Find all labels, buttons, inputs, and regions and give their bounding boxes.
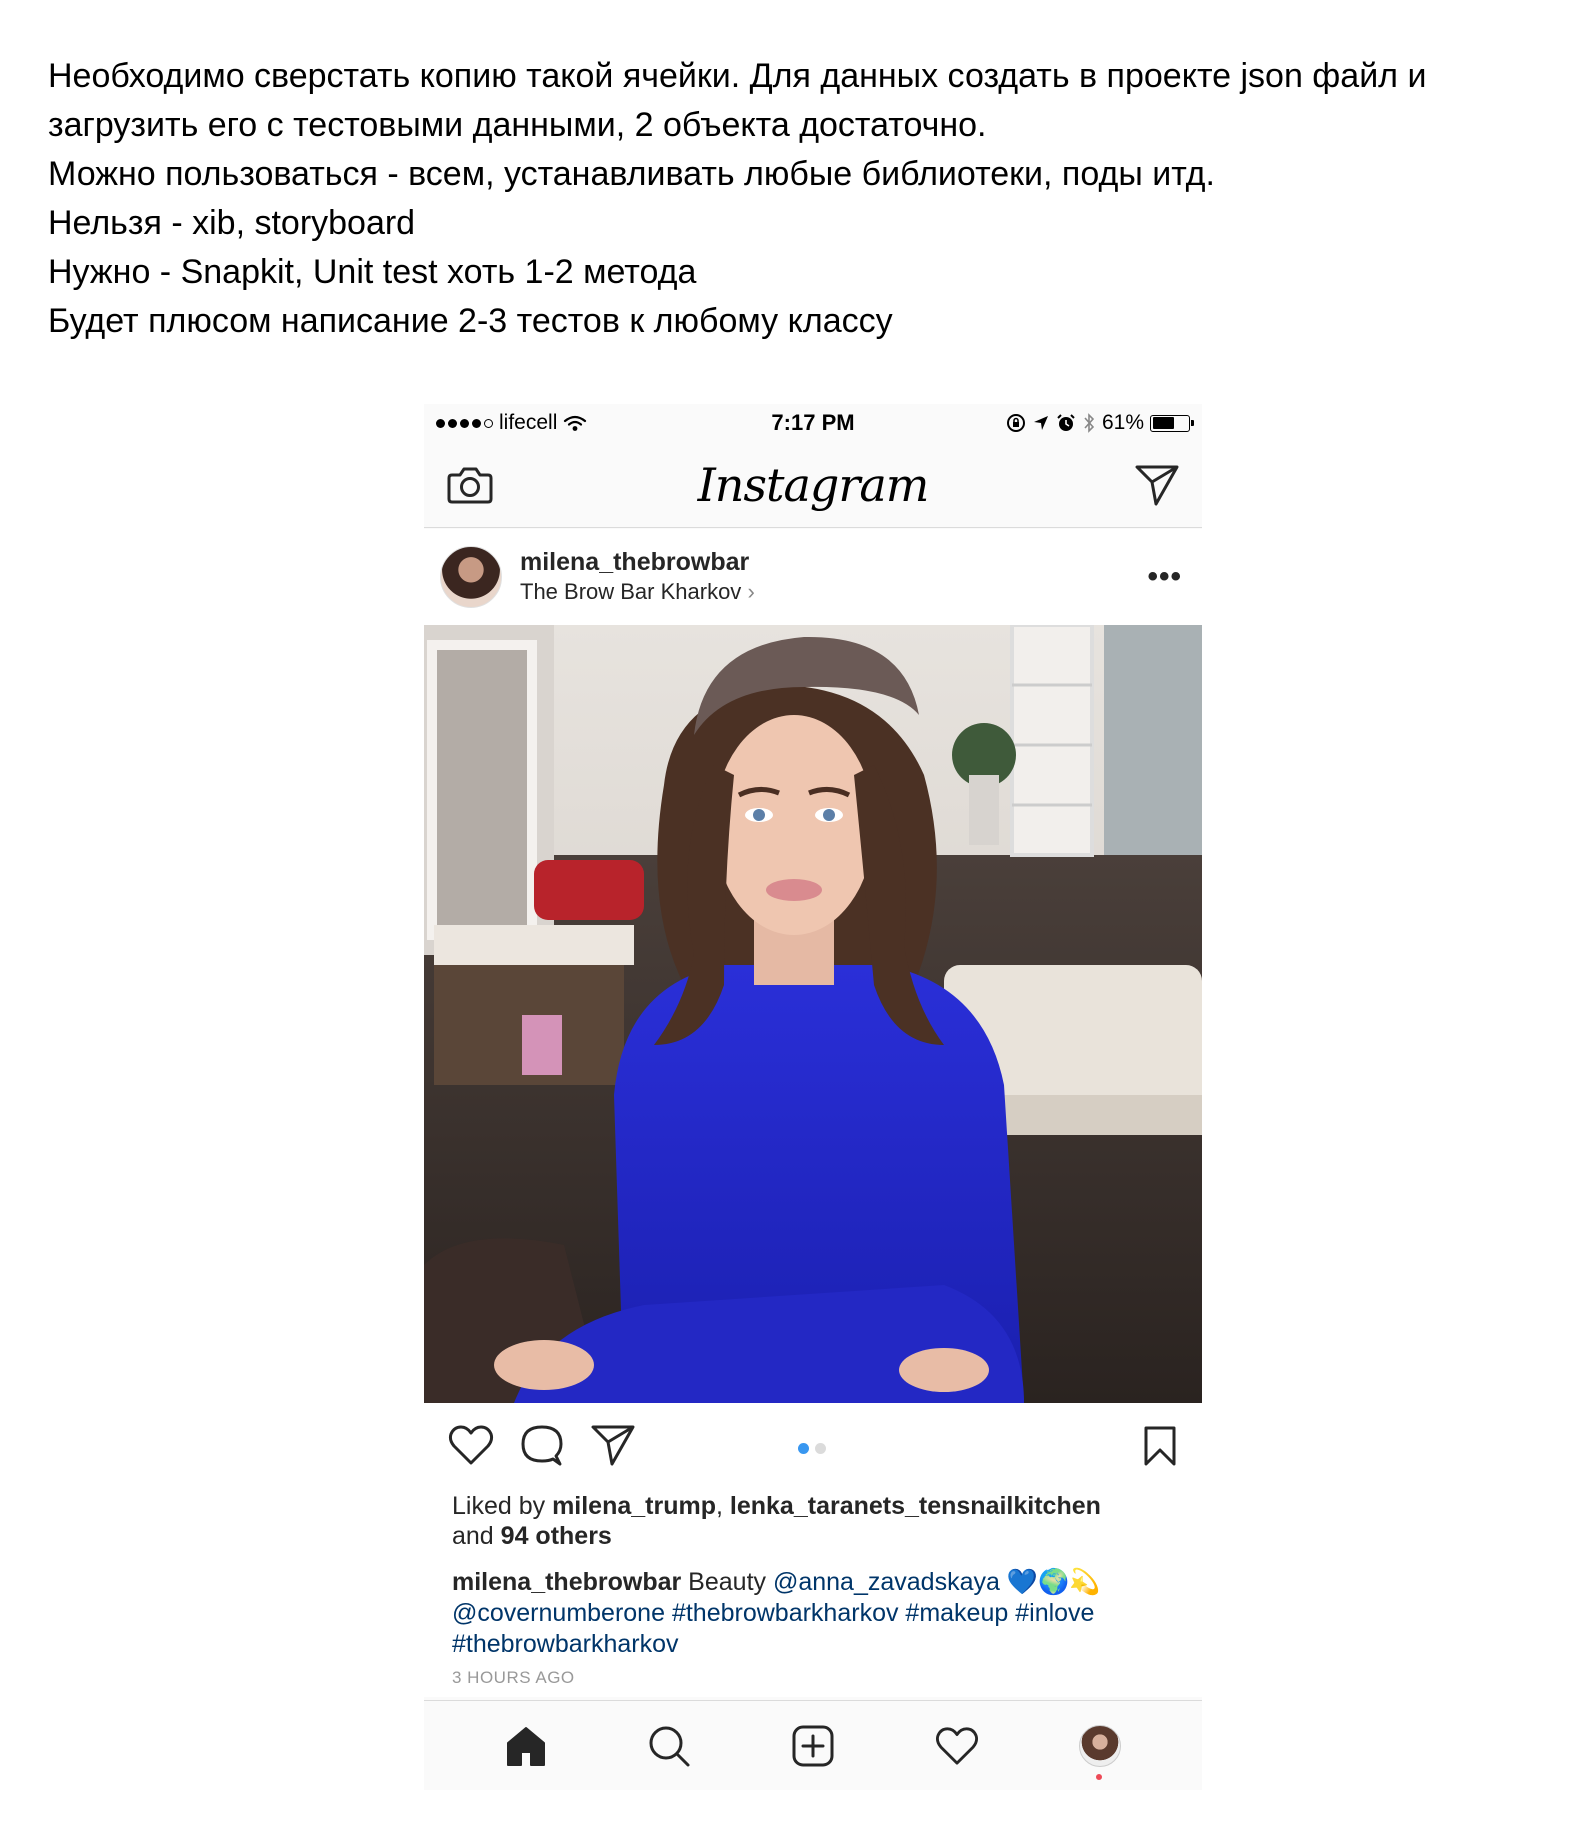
phone-screenshot: lifecell 7:17 PM 61% Instagram milena_th…: [424, 404, 1202, 1790]
caption-author[interactable]: milena_thebrowbar: [452, 1568, 681, 1596]
post-photo[interactable]: [424, 625, 1202, 1403]
caption-text: Beauty: [681, 1568, 773, 1596]
rotation-lock-icon: [1006, 414, 1025, 432]
task-description: Необходимо сверстать копию такой ячейки.…: [48, 52, 1548, 346]
more-options-icon[interactable]: •••: [1147, 560, 1182, 594]
task-line: загрузить его с тестовыми данными, 2 объ…: [48, 106, 987, 144]
carrier-name: lifecell: [499, 411, 558, 434]
instagram-logo: Instagram: [697, 457, 930, 512]
search-icon: [649, 1726, 690, 1766]
signal-strength-icon: [436, 418, 493, 428]
bluetooth-icon: [1084, 413, 1095, 433]
notification-dot: [1096, 1773, 1103, 1780]
post-timestamp: 3 HOURS AGO: [452, 1668, 575, 1687]
post-caption: milena_thebrowbar Beauty @anna_zavadskay…: [452, 1567, 1174, 1660]
caption-hashtag[interactable]: #thebrowbarkharkov: [452, 1630, 679, 1658]
activity-icon: [935, 1726, 978, 1765]
share-send-icon[interactable]: [590, 1423, 636, 1467]
post-actions-bar: [424, 1403, 1202, 1487]
post-header: milena_thebrowbar The Brow Bar Kharkov ›…: [424, 529, 1202, 625]
top-navigation-bar: Instagram: [424, 442, 1202, 528]
location-label: The Brow Bar Kharkov: [520, 579, 742, 604]
caption-hashtag[interactable]: #inlove: [1015, 1599, 1094, 1627]
likes-summary[interactable]: Liked by milena_trump, lenka_taranets_te…: [452, 1491, 1174, 1551]
caption-hashtag[interactable]: #makeup: [905, 1599, 1008, 1627]
liker-username[interactable]: milena_trump: [552, 1492, 716, 1520]
profile-avatar: [1079, 1724, 1122, 1767]
battery-icon: [1150, 414, 1194, 432]
likes-and: and: [452, 1522, 501, 1550]
task-line: Необходимо сверстать копию такой ячейки.…: [48, 57, 1427, 95]
status-bar: lifecell 7:17 PM 61%: [424, 404, 1202, 442]
likes-others-count[interactable]: 94 others: [501, 1522, 612, 1550]
location-arrow-icon: [1033, 416, 1048, 430]
tab-new-post[interactable]: [773, 1706, 853, 1786]
post-username[interactable]: milena_thebrowbar: [520, 547, 1147, 577]
tab-activity[interactable]: [917, 1706, 997, 1786]
tab-home[interactable]: [486, 1706, 566, 1786]
likes-separator: ,: [716, 1492, 730, 1520]
battery-percent: 61%: [1101, 411, 1144, 434]
caption-mention[interactable]: @covernumberone: [452, 1599, 665, 1627]
home-icon: [506, 1726, 545, 1766]
direct-send-icon[interactable]: [1134, 463, 1180, 507]
carousel-indicator: [798, 1443, 826, 1454]
chevron-right-icon: ›: [747, 579, 755, 604]
like-heart-icon[interactable]: [448, 1424, 494, 1466]
carousel-dot: [815, 1443, 826, 1454]
bookmark-icon[interactable]: [1142, 1425, 1178, 1472]
task-line: Нельзя - xib, storyboard: [48, 204, 416, 242]
carousel-dot: [798, 1443, 809, 1454]
user-avatar[interactable]: [440, 546, 502, 608]
wifi-icon: [564, 415, 587, 431]
tab-search[interactable]: [629, 1706, 709, 1786]
likes-prefix: Liked by: [452, 1492, 553, 1520]
post-location[interactable]: The Brow Bar Kharkov ›: [520, 577, 1147, 607]
caption-mention[interactable]: @anna_zavadskaya: [773, 1568, 1000, 1596]
photo-illustration: [424, 625, 1202, 1403]
comment-icon[interactable]: [520, 1423, 564, 1467]
task-line: Нужно - Snapkit, Unit test хоть 1-2 мето…: [48, 253, 697, 291]
task-line: Можно пользоваться - всем, устанавливать…: [48, 155, 1215, 193]
tab-profile[interactable]: [1060, 1706, 1140, 1786]
new-post-icon: [792, 1725, 834, 1766]
caption-emojis: 💙🌍💫: [999, 1568, 1101, 1596]
caption-hashtag[interactable]: #thebrowbarkharkov: [672, 1599, 899, 1627]
liker-username[interactable]: lenka_taranets_tensnailkitchen: [730, 1492, 1101, 1520]
bottom-tab-bar: [424, 1700, 1202, 1790]
task-line: Будет плюсом написание 2-3 тестов к любо…: [48, 302, 893, 340]
alarm-icon: [1057, 414, 1075, 431]
post-body: Liked by milena_trump, lenka_taranets_te…: [424, 1487, 1202, 1697]
camera-icon[interactable]: [446, 465, 494, 505]
